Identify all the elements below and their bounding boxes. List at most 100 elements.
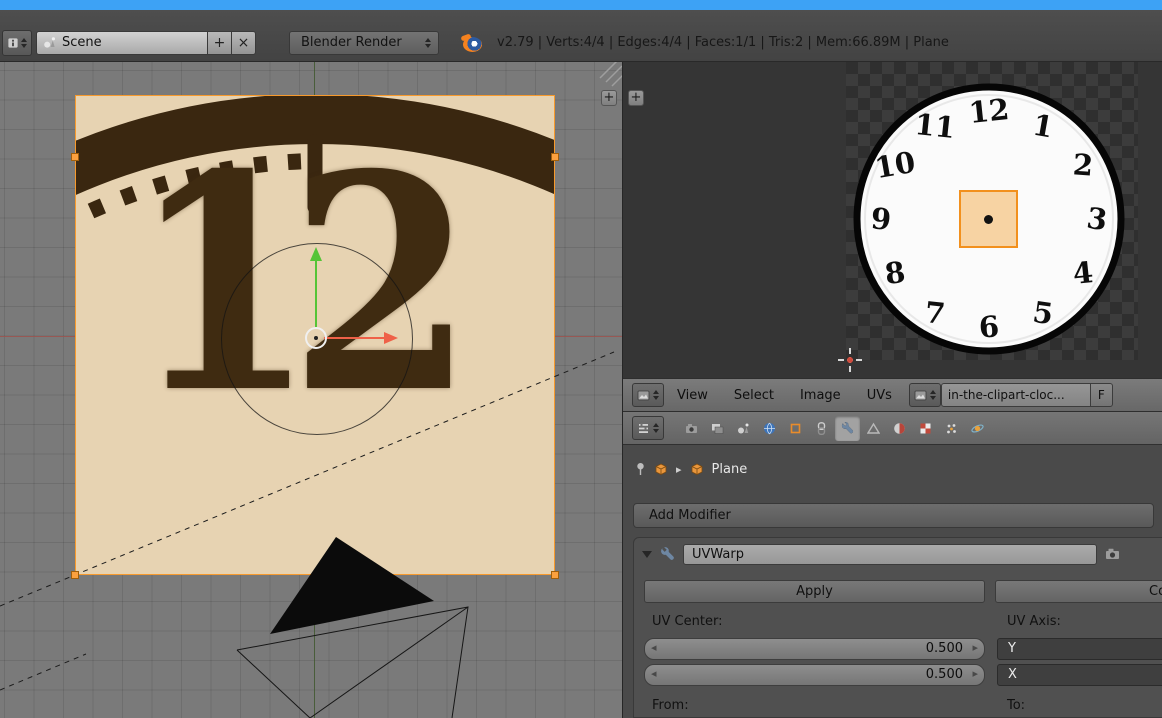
increment-arrow-icon[interactable]: ▸ <box>972 667 978 680</box>
clock-number: 10 <box>872 144 918 186</box>
menu-select[interactable]: Select <box>721 388 787 403</box>
plane-corner-handle[interactable] <box>71 153 79 161</box>
plane-corner-handle[interactable] <box>551 153 559 161</box>
tab-object[interactable] <box>783 416 808 441</box>
tab-world[interactable] <box>757 416 782 441</box>
scene-delete-button[interactable]: × <box>232 30 256 55</box>
pin-icon[interactable] <box>635 462 646 476</box>
object-icon[interactable] <box>654 462 668 476</box>
render-engine-select[interactable]: Blender Render <box>289 30 439 55</box>
3d-viewport[interactable]: 12 + <box>0 62 622 718</box>
from-label: From: <box>652 698 689 713</box>
tab-render[interactable] <box>679 416 704 441</box>
modifier-name-field[interactable]: UVWarp <box>683 543 1097 565</box>
tab-particles[interactable] <box>939 416 964 441</box>
particles-icon <box>947 423 956 433</box>
scene-selector[interactable]: Scene <box>36 30 208 55</box>
tab-modifiers[interactable] <box>835 415 860 441</box>
textured-plane-object[interactable]: 12 <box>75 95 555 575</box>
clock-number: 12 <box>967 91 1011 131</box>
tab-physics[interactable] <box>965 416 990 441</box>
manipulator-x-axis[interactable] <box>324 337 384 339</box>
origin-dot <box>314 336 318 340</box>
menu-uvs[interactable]: UVs <box>854 388 905 403</box>
plane-corner-handle[interactable] <box>551 571 559 579</box>
scene-icon <box>738 423 749 433</box>
uv-axis-label: UV Axis: <box>1007 614 1061 629</box>
apply-button[interactable]: Apply <box>644 580 985 603</box>
chevron-updown-icon <box>653 423 659 433</box>
clock-hand-wireframe <box>236 606 469 718</box>
region-expand-button[interactable]: + <box>628 90 644 106</box>
uv-axis-x-select[interactable]: X <box>997 664 1162 686</box>
tab-constraints[interactable] <box>809 416 834 441</box>
selected-uv-face[interactable] <box>959 190 1018 248</box>
clock-number: 2 <box>1071 147 1095 183</box>
image-editor-icon <box>637 390 650 400</box>
2d-cursor <box>838 348 862 372</box>
texture-checker-icon <box>920 423 931 433</box>
copy-button[interactable]: Copy <box>995 580 1162 603</box>
tab-scene[interactable] <box>731 416 756 441</box>
clock-number: 6 <box>977 309 1001 345</box>
tab-render-layers[interactable] <box>705 416 730 441</box>
increment-arrow-icon[interactable]: ▸ <box>972 641 978 654</box>
uv-axis-y-select[interactable]: Y <box>997 638 1162 660</box>
uv-image-editor[interactable]: 12 1 2 3 4 5 6 7 8 9 10 11 + <box>623 62 1162 378</box>
mesh-icon[interactable] <box>690 462 704 476</box>
decrement-arrow-icon[interactable]: ◂ <box>651 667 657 680</box>
modifier-panel-header: UVWarp <box>634 538 1162 570</box>
blender-logo-icon <box>461 31 485 55</box>
manipulator-y-arrowhead[interactable] <box>310 247 322 261</box>
menu-image[interactable]: Image <box>787 388 854 403</box>
render-engine-label: Blender Render <box>301 35 402 50</box>
manipulator-x-arrowhead[interactable] <box>384 332 398 344</box>
modifier-wrench-icon <box>661 546 674 560</box>
physics-icon <box>971 423 984 433</box>
image-browse-button[interactable] <box>908 383 941 407</box>
scene-add-button[interactable]: + <box>208 30 232 55</box>
fake-user-button[interactable]: F <box>1090 383 1113 407</box>
chevron-updown-icon <box>929 390 936 400</box>
layers-icon <box>712 423 724 434</box>
decrement-arrow-icon[interactable]: ◂ <box>651 641 657 654</box>
object-icon <box>790 423 801 433</box>
properties-header <box>623 412 1162 445</box>
right-column: 12 1 2 3 4 5 6 7 8 9 10 11 + View Select… <box>622 62 1162 718</box>
uv-center-x-value: 0.500 <box>925 641 963 656</box>
to-label: To: <box>1007 698 1026 713</box>
manipulator-y-axis[interactable] <box>315 261 317 327</box>
uv-center-x-slider[interactable]: ◂ 0.500 ▸ <box>644 638 985 660</box>
image-transparency-checker: 12 1 2 3 4 5 6 7 8 9 10 11 <box>846 62 1138 360</box>
editor-type-button[interactable] <box>632 383 664 407</box>
tab-material[interactable] <box>887 416 912 441</box>
expand-toggle-icon[interactable] <box>642 550 652 558</box>
uv-center-y-value: 0.500 <box>925 667 963 682</box>
scene-icon <box>44 37 55 48</box>
clock-number: 9 <box>869 201 893 237</box>
clock-pivot-dot <box>984 214 993 224</box>
add-modifier-button[interactable]: Add Modifier <box>633 503 1154 528</box>
tab-texture[interactable] <box>913 416 938 441</box>
info-editor-type-button[interactable] <box>2 29 32 56</box>
tab-object-data[interactable] <box>861 416 886 441</box>
render-visibility-icon[interactable] <box>1105 547 1122 561</box>
blender-window: Scene + × Blender Render v2.79 | Verts:4… <box>0 0 1162 718</box>
plane-corner-handle[interactable] <box>71 571 79 579</box>
clock-number: 11 <box>913 106 957 146</box>
clock-number: 7 <box>923 295 947 331</box>
clock-number: 4 <box>1071 255 1095 291</box>
breadcrumb: ▸ Plane <box>635 455 747 483</box>
editor-type-button[interactable] <box>632 416 664 440</box>
image-name-field[interactable]: in-the-clipart-cloc... <box>940 383 1091 407</box>
properties-editor-icon <box>639 422 648 433</box>
camera-icon <box>686 423 697 433</box>
image-browse-icon <box>914 390 927 400</box>
menu-view[interactable]: View <box>664 388 721 403</box>
info-editor-icon <box>8 37 18 48</box>
wrench-icon <box>841 421 853 433</box>
chain-icon <box>817 421 826 435</box>
info-header: Scene + × Blender Render v2.79 | Verts:4… <box>0 10 1162 62</box>
region-expand-button[interactable]: + <box>601 90 617 106</box>
uv-center-y-slider[interactable]: ◂ 0.500 ▸ <box>644 664 985 686</box>
